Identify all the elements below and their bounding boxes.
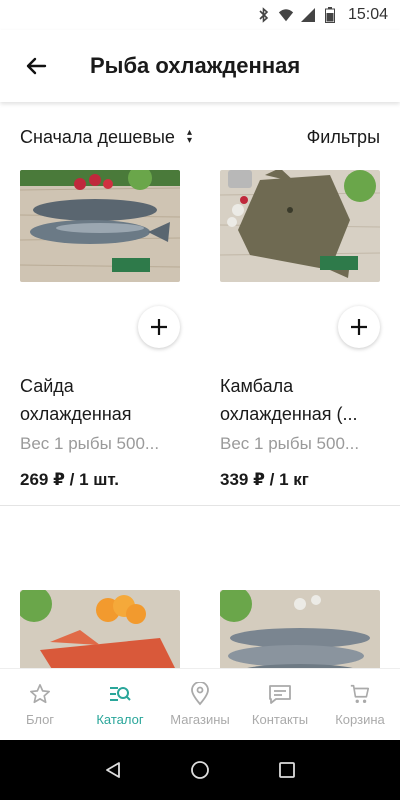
sort-arrows-icon: ▴ ▾ <box>186 127 192 146</box>
star-icon <box>28 682 52 706</box>
product-name[interactable]: Камбала охлажденная (... <box>220 372 385 428</box>
tab-blog[interactable]: Блог <box>0 669 80 740</box>
status-bar: 15:04 <box>0 0 400 30</box>
battery-icon <box>322 7 338 23</box>
filters-button[interactable]: Фильтры <box>307 127 380 148</box>
wifi-icon <box>278 7 294 23</box>
product-card[interactable] <box>20 590 200 668</box>
tab-label: Каталог <box>96 712 144 727</box>
status-time: 15:04 <box>347 6 388 23</box>
product-image-flounder[interactable] <box>220 170 380 282</box>
product-price: 269 ₽ / 1 шт. <box>20 470 119 489</box>
cart-icon <box>348 682 372 706</box>
tab-catalog[interactable]: Каталог <box>80 669 160 740</box>
product-image-redfish[interactable] <box>20 590 180 668</box>
plus-icon <box>151 319 167 335</box>
system-nav-bar <box>0 740 400 800</box>
app-header: Рыба охлажденная <box>0 30 400 102</box>
page-title: Рыба охлажденная <box>90 53 301 78</box>
tab-stores[interactable]: Магазины <box>160 669 240 740</box>
bottom-tab-bar: Блог Каталог Магазины Контакты Корзина <box>0 668 400 740</box>
tab-label: Корзина <box>335 712 385 727</box>
product-description: Вес 1 рыбы 500... <box>220 434 360 453</box>
chat-icon <box>268 682 292 706</box>
product-description: Вес 1 рыбы 500... <box>20 434 160 453</box>
sort-dropdown[interactable]: Сначала дешевые ▴ ▾ <box>20 127 192 148</box>
product-card[interactable]: Камбала охлажденная (... Вес 1 рыбы 500.… <box>220 170 400 489</box>
catalog-search-icon <box>108 682 132 706</box>
arrow-left-icon <box>26 57 47 75</box>
nav-back-button[interactable] <box>98 755 128 785</box>
add-to-cart-button[interactable] <box>338 306 380 348</box>
square-recents-icon <box>278 762 295 778</box>
product-grid: Сайда охлажденная Вес 1 рыбы 500... 269 … <box>0 162 400 668</box>
product-card[interactable]: Сайда охлажденная Вес 1 рыбы 500... 269 … <box>20 170 200 489</box>
circle-home-icon <box>191 761 209 779</box>
product-name[interactable]: Сайда охлажденная <box>20 372 185 428</box>
sort-label: Сначала дешевые <box>20 126 175 147</box>
row-divider <box>0 505 400 506</box>
tab-label: Магазины <box>170 712 230 727</box>
nav-recents-button[interactable] <box>272 755 302 785</box>
bluetooth-icon <box>256 7 272 23</box>
tab-label: Блог <box>25 712 55 727</box>
product-image-saithe[interactable] <box>20 170 180 282</box>
product-image-whitefish[interactable] <box>220 590 380 668</box>
tab-contacts[interactable]: Контакты <box>240 669 320 740</box>
tab-label: Контакты <box>251 712 309 727</box>
nav-home-button[interactable] <box>185 755 215 785</box>
plus-icon <box>351 319 367 335</box>
signal-icon <box>300 7 316 23</box>
map-pin-icon <box>188 682 212 706</box>
back-button[interactable] <box>18 48 54 84</box>
triangle-back-icon <box>106 762 121 778</box>
sort-filter-bar: Сначала дешевые ▴ ▾ Фильтры <box>0 112 400 162</box>
add-to-cart-button[interactable] <box>138 306 180 348</box>
tab-cart[interactable]: Корзина <box>320 669 400 740</box>
product-price: 339 ₽ / 1 кг <box>220 470 309 489</box>
product-card[interactable] <box>220 590 400 668</box>
